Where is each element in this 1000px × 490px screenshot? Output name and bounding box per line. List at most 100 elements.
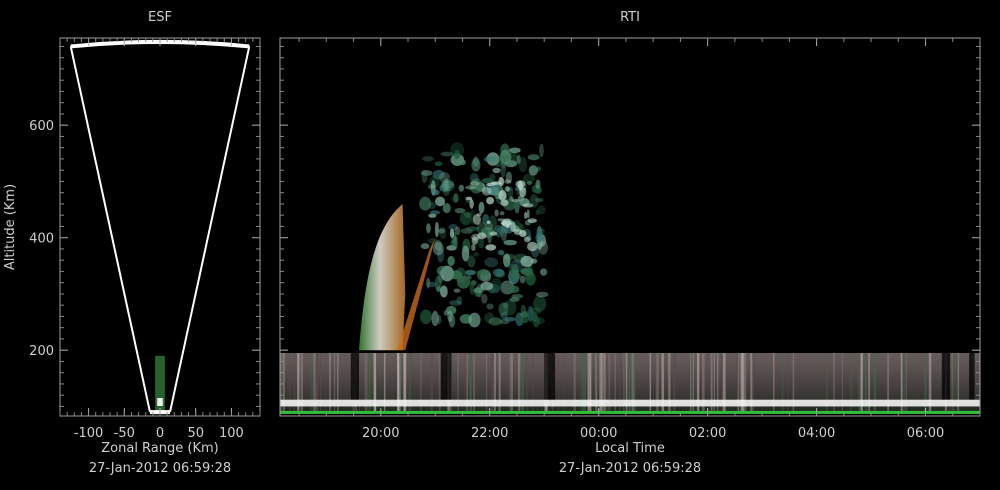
esf-xtick-label: 0 (156, 426, 164, 441)
rti-band-gap (544, 351, 556, 401)
rti-cloud-blob (434, 221, 439, 238)
figure: ESF -100 -50 0 50 100 200 400 600 Altitude (Km)… (3, 10, 981, 476)
rti-xtick-label: 00:00 (580, 426, 617, 441)
rti-cloud-blob (508, 147, 521, 154)
esf-ytick-label: 600 (29, 119, 54, 134)
rti-cloud-blob (500, 311, 509, 320)
rti-cloud-highlight (485, 244, 497, 251)
rti-cloud-blob (422, 156, 434, 162)
rti-cloud-blob (458, 184, 465, 192)
esf-xtick-label: -100 (74, 426, 104, 441)
esf-xtick-label: 50 (187, 426, 204, 441)
rti-bright-layer (280, 399, 980, 407)
rti-cloud-blob (468, 312, 481, 328)
rti-cloud-blob (469, 282, 475, 295)
rti-cloud-blob (427, 201, 437, 210)
esf-axes: -100 -50 0 50 100 200 400 600 (29, 38, 261, 441)
rti-cloud-highlight (465, 185, 477, 190)
rti-cloud-highlight (523, 211, 528, 219)
rti-cloud-blob (467, 255, 476, 268)
rti-cloud-highlight (527, 218, 538, 223)
esf-echo (155, 355, 165, 413)
rti-cloud-highlight (527, 241, 538, 252)
rti-cloud-blob (497, 249, 505, 256)
rti-cloud-highlight (486, 182, 496, 187)
rti-band-gap (969, 351, 975, 401)
rti-cloud-blob (432, 189, 440, 196)
rti-cloud-blob (539, 143, 544, 158)
rti-cloud-blob (478, 201, 485, 214)
rti-cloud-blob (478, 238, 485, 249)
rti-cloud-blob (420, 309, 432, 325)
rti-cloud-blob (539, 268, 548, 276)
rti-cloud-highlight (477, 232, 487, 240)
esf-ytick-label: 400 (29, 232, 54, 247)
rti-cloud-blob (500, 143, 510, 157)
rti-xtick-label: 04:00 (798, 426, 835, 441)
rti-cloud-blob (499, 211, 505, 216)
rti-cloud-blob (443, 178, 449, 191)
rti-cloud-blob (426, 223, 431, 234)
rti-cloud-blob (527, 154, 540, 161)
rti-band-gap (440, 351, 452, 401)
rti-cloud-highlight (523, 236, 531, 243)
rti-cloud-highlight (505, 186, 510, 192)
esf-ytick-label: 200 (29, 344, 54, 359)
esf-ylabel: Altitude (Km) (3, 184, 18, 270)
rti-cloud-blob (459, 159, 467, 166)
rti-cloud-highlight (498, 176, 505, 187)
rti-xtick-label: 06:00 (907, 426, 944, 441)
rti-cloud-blob (489, 173, 496, 183)
rti-xtick-label: 22:00 (471, 426, 508, 441)
rti-cloud-highlight (515, 180, 526, 188)
rti-panel: RTI 20:00 22:00 00:00 02:00 04:00 06:00 Local… (279, 10, 981, 476)
rti-cloud-blob (442, 203, 451, 214)
rti-cloud-blob (451, 196, 459, 203)
rti-cloud-blob (535, 209, 540, 216)
rti-cloud-blob (465, 269, 477, 276)
esf-plot-area (69, 39, 251, 415)
rti-cloud-blob (486, 303, 494, 310)
rti-cloud-blob (493, 268, 505, 278)
esf-echo-core (157, 398, 163, 406)
rti-title: RTI (620, 10, 640, 25)
rti-cloud-highlight (500, 199, 509, 207)
rti-cloud-blob (535, 179, 541, 189)
rti-cloud-blob (503, 239, 517, 246)
rti-cloud-blob (440, 151, 454, 157)
rti-cloud-blob (450, 239, 456, 247)
rti-cloud-blob (509, 297, 520, 302)
rti-cloud-blob (459, 211, 472, 226)
rti-cloud-highlight (511, 198, 520, 203)
rti-cloud-highlight (481, 186, 492, 196)
rti-cloud-blob (427, 184, 435, 190)
esf-timestamp: 27-Jan-2012 06:59:28 (89, 461, 231, 476)
rti-xtick-label: 20:00 (362, 426, 399, 441)
rti-cloud-highlight (486, 196, 495, 205)
rti-cloud-blob (428, 213, 437, 218)
rti-cloud-blob (503, 253, 511, 268)
rti-cloud-blob (431, 310, 439, 327)
rti-cloud-blob (447, 255, 455, 267)
esf-xtick-label: -50 (114, 426, 135, 441)
rti-band-gap (350, 351, 359, 401)
rti-cloud-blob (476, 270, 490, 276)
rti-cloud-blob (480, 281, 494, 291)
rti-cloud-blob (435, 196, 446, 207)
rti-cloud-blob (511, 203, 521, 210)
rti-cloud-blob (534, 197, 544, 203)
rti-cloud-highlight (498, 190, 507, 201)
rti-cloud-highlight (504, 179, 512, 184)
esf-panel: ESF -100 -50 0 50 100 200 400 600 Altitude (Km)… (3, 10, 261, 476)
rti-cloud-highlight (494, 209, 499, 217)
rti-cloud-blob (518, 157, 528, 173)
rti-timestamp: 27-Jan-2012 06:59:28 (559, 461, 701, 476)
rti-cloud-highlight (486, 220, 491, 224)
rti-cloud-highlight (470, 181, 480, 186)
esf-title: ESF (148, 10, 172, 25)
rti-cloud-blob (484, 312, 495, 324)
rti-cloud-blob (473, 252, 480, 257)
rti-cloud-blob (453, 288, 461, 293)
rti-cloud-blob (481, 293, 488, 304)
rti-cloud-blob (528, 165, 538, 176)
